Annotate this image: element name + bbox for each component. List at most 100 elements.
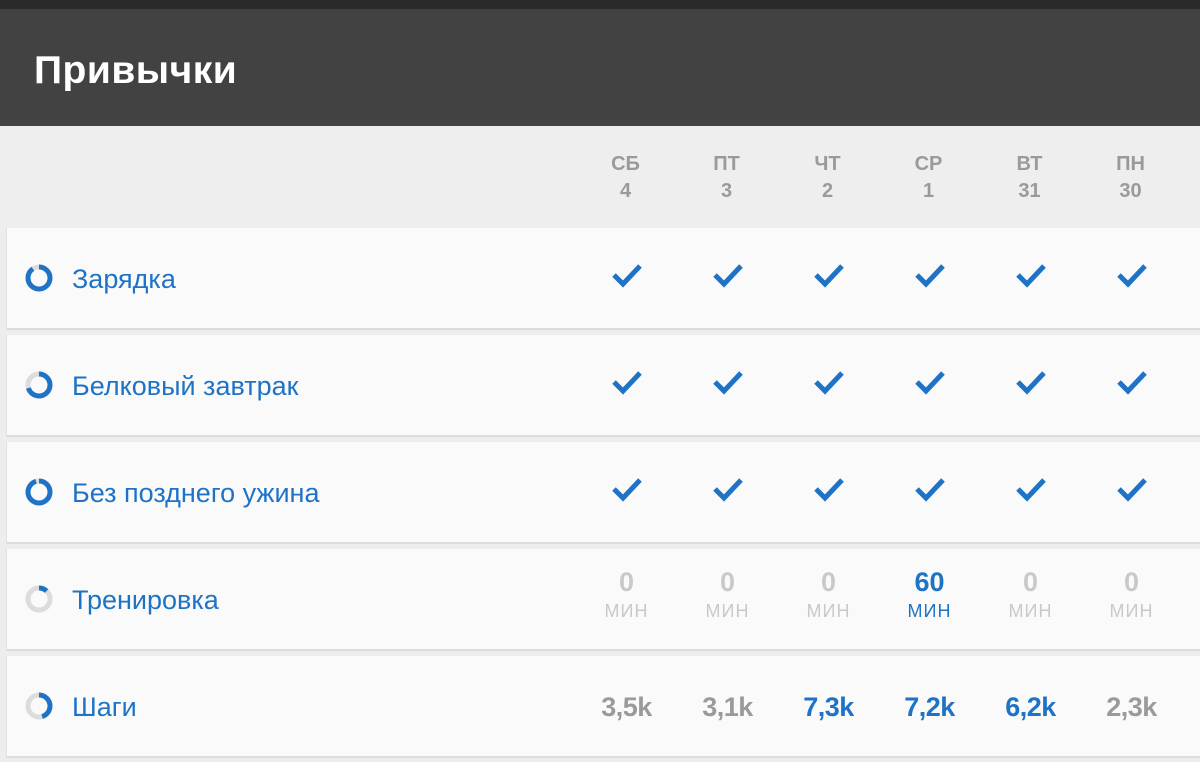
- habit-day-cell[interactable]: [879, 335, 980, 435]
- habit-day-cell[interactable]: 0 МИН: [677, 549, 778, 649]
- habit-score-ring-icon: [25, 585, 53, 613]
- minutes-unit: МИН: [705, 601, 750, 621]
- status-bar: [0, 0, 1200, 9]
- minutes-unit: МИН: [806, 601, 851, 621]
- habit-day-cell[interactable]: [1081, 228, 1182, 328]
- day-column-header: ЧТ 2: [777, 151, 878, 205]
- check-icon: [1117, 371, 1147, 395]
- habit-day-cell[interactable]: [677, 442, 778, 542]
- day-name: ПТ: [713, 153, 740, 175]
- habit-row[interactable]: Шаги 3,5k 3,1k 7,3k 7,2k 6,2k 2,3k: [6, 656, 1200, 758]
- habit-day-cell[interactable]: [576, 228, 677, 328]
- habit-name[interactable]: Тренировка: [72, 584, 219, 616]
- habit-name[interactable]: Шаги: [72, 691, 137, 723]
- minutes-unit: МИН: [1008, 601, 1053, 621]
- day-number: 30: [1119, 180, 1142, 202]
- steps-value: 3,1k: [702, 692, 753, 722]
- habit-day-cell[interactable]: [980, 335, 1081, 435]
- day-name: СБ: [611, 153, 640, 175]
- habit-day-cell[interactable]: [576, 335, 677, 435]
- check-icon: [1016, 264, 1046, 288]
- day-column-header: ПН 30: [1080, 151, 1181, 205]
- check-icon: [814, 264, 844, 288]
- habit-day-cell[interactable]: [778, 228, 879, 328]
- steps-value: 7,2k: [904, 692, 955, 722]
- habit-name[interactable]: Без позднего ужина: [72, 477, 319, 509]
- minutes-value: 0: [820, 567, 837, 597]
- habit-day-cell[interactable]: 2,3k: [1081, 656, 1182, 756]
- habit-row[interactable]: Без позднего ужина: [6, 442, 1200, 544]
- check-icon: [814, 371, 844, 395]
- habit-day-cell[interactable]: 3,5k: [576, 656, 677, 756]
- habit-score-ring-icon: [25, 371, 53, 399]
- habit-row[interactable]: Тренировка 0 МИН 0 МИН 0 МИН 60 МИН 0 МИН 0 МИН: [6, 549, 1200, 651]
- check-icon: [713, 264, 743, 288]
- day-name: СР: [914, 153, 943, 175]
- page-title: Привычки: [34, 49, 238, 92]
- day-number: 31: [1018, 180, 1041, 202]
- habit-name[interactable]: Зарядка: [72, 263, 176, 295]
- habit-score-ring-icon: [25, 478, 53, 506]
- minutes-value: 0: [1123, 567, 1140, 597]
- check-icon: [915, 264, 945, 288]
- habit-row[interactable]: Белковый завтрак: [6, 335, 1200, 437]
- habit-row[interactable]: Зарядка: [6, 228, 1200, 330]
- habit-day-cell[interactable]: [778, 442, 879, 542]
- habit-day-cell[interactable]: [1081, 335, 1182, 435]
- day-name: ПН: [1116, 153, 1145, 175]
- habit-score-ring-icon: [25, 692, 53, 720]
- steps-value: 2,3k: [1106, 692, 1157, 722]
- day-name: ВТ: [1016, 153, 1043, 175]
- check-icon: [612, 478, 642, 502]
- day-name: ЧТ: [814, 153, 841, 175]
- check-icon: [612, 264, 642, 288]
- steps-value: 6,2k: [1005, 692, 1056, 722]
- app-bar: Привычки: [0, 9, 1200, 126]
- habit-day-cell[interactable]: [879, 442, 980, 542]
- day-number: 3: [720, 180, 733, 202]
- minutes-unit: МИН: [1109, 601, 1154, 621]
- habit-day-cell[interactable]: [677, 228, 778, 328]
- habit-name[interactable]: Белковый завтрак: [72, 370, 298, 402]
- check-icon: [612, 371, 642, 395]
- check-icon: [915, 371, 945, 395]
- minutes-unit: МИН: [604, 601, 649, 621]
- check-icon: [915, 478, 945, 502]
- minutes-value: 0: [618, 567, 635, 597]
- check-icon: [1117, 478, 1147, 502]
- check-icon: [814, 478, 844, 502]
- day-column-header: СБ 4: [575, 151, 676, 205]
- check-icon: [713, 478, 743, 502]
- habit-day-cell[interactable]: 0 МИН: [576, 549, 677, 649]
- habit-day-cell[interactable]: 7,2k: [879, 656, 980, 756]
- habit-day-cell[interactable]: 60 МИН: [879, 549, 980, 649]
- habit-day-cell[interactable]: 0 МИН: [980, 549, 1081, 649]
- day-column-header: ПТ 3: [676, 151, 777, 205]
- minutes-value: 60: [914, 567, 945, 597]
- habit-day-cell[interactable]: [576, 442, 677, 542]
- habit-day-cell[interactable]: 0 МИН: [1081, 549, 1182, 649]
- habit-day-cell[interactable]: 3,1k: [677, 656, 778, 756]
- habit-day-cell[interactable]: [980, 442, 1081, 542]
- day-column-header: СР 1: [878, 151, 979, 205]
- minutes-value: 0: [719, 567, 736, 597]
- day-number: 1: [922, 180, 935, 202]
- habit-day-cell[interactable]: [1081, 442, 1182, 542]
- habit-day-cell[interactable]: 7,3k: [778, 656, 879, 756]
- steps-value: 3,5k: [601, 692, 652, 722]
- minutes-value: 0: [1022, 567, 1039, 597]
- habit-day-cell[interactable]: 6,2k: [980, 656, 1081, 756]
- check-icon: [713, 371, 743, 395]
- check-icon: [1016, 478, 1046, 502]
- day-number: 4: [619, 180, 632, 202]
- steps-value: 7,3k: [803, 692, 854, 722]
- check-icon: [1117, 264, 1147, 288]
- habit-score-ring-icon: [25, 264, 53, 292]
- habit-day-cell[interactable]: [980, 228, 1081, 328]
- habit-day-cell[interactable]: [879, 228, 980, 328]
- habit-day-cell[interactable]: [778, 335, 879, 435]
- day-column-header: ВТ 31: [979, 151, 1080, 205]
- day-number: 2: [821, 180, 834, 202]
- habit-day-cell[interactable]: [677, 335, 778, 435]
- habit-day-cell[interactable]: 0 МИН: [778, 549, 879, 649]
